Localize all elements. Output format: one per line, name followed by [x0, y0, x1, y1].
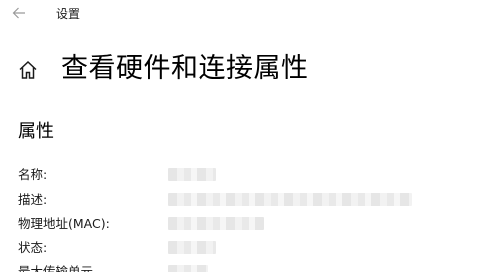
property-value-redacted — [168, 168, 216, 181]
back-arrow-icon — [12, 7, 25, 19]
home-icon — [19, 60, 37, 79]
property-row-status: 状态: — [18, 237, 488, 259]
property-value-redacted — [168, 193, 412, 206]
property-label: 描述: — [18, 192, 48, 207]
home-button[interactable] — [17, 59, 39, 81]
property-value-redacted — [168, 217, 264, 230]
property-label: 最大传输单元 — [18, 264, 94, 272]
property-label: 名称: — [18, 167, 48, 182]
property-row-name: 名称: — [18, 164, 488, 186]
property-row-mtu: 最大传输单元 — [18, 261, 488, 272]
property-label: 状态: — [18, 240, 48, 255]
back-button[interactable] — [9, 4, 29, 22]
property-label: 物理地址(MAC): — [18, 216, 110, 231]
property-value-redacted — [168, 265, 208, 272]
property-value-redacted — [168, 241, 216, 254]
property-row-mac: 物理地址(MAC): — [18, 213, 488, 235]
property-row-description: 描述: — [18, 189, 488, 211]
page-title: 查看硬件和连接属性 — [61, 53, 309, 84]
app-title: 设置 — [56, 7, 81, 21]
settings-page: 设置 查看硬件和连接属性 属性 名称: 描述: 物理地址(MAC): 状态: 最… — [0, 0, 496, 272]
section-title: 属性 — [18, 121, 54, 142]
